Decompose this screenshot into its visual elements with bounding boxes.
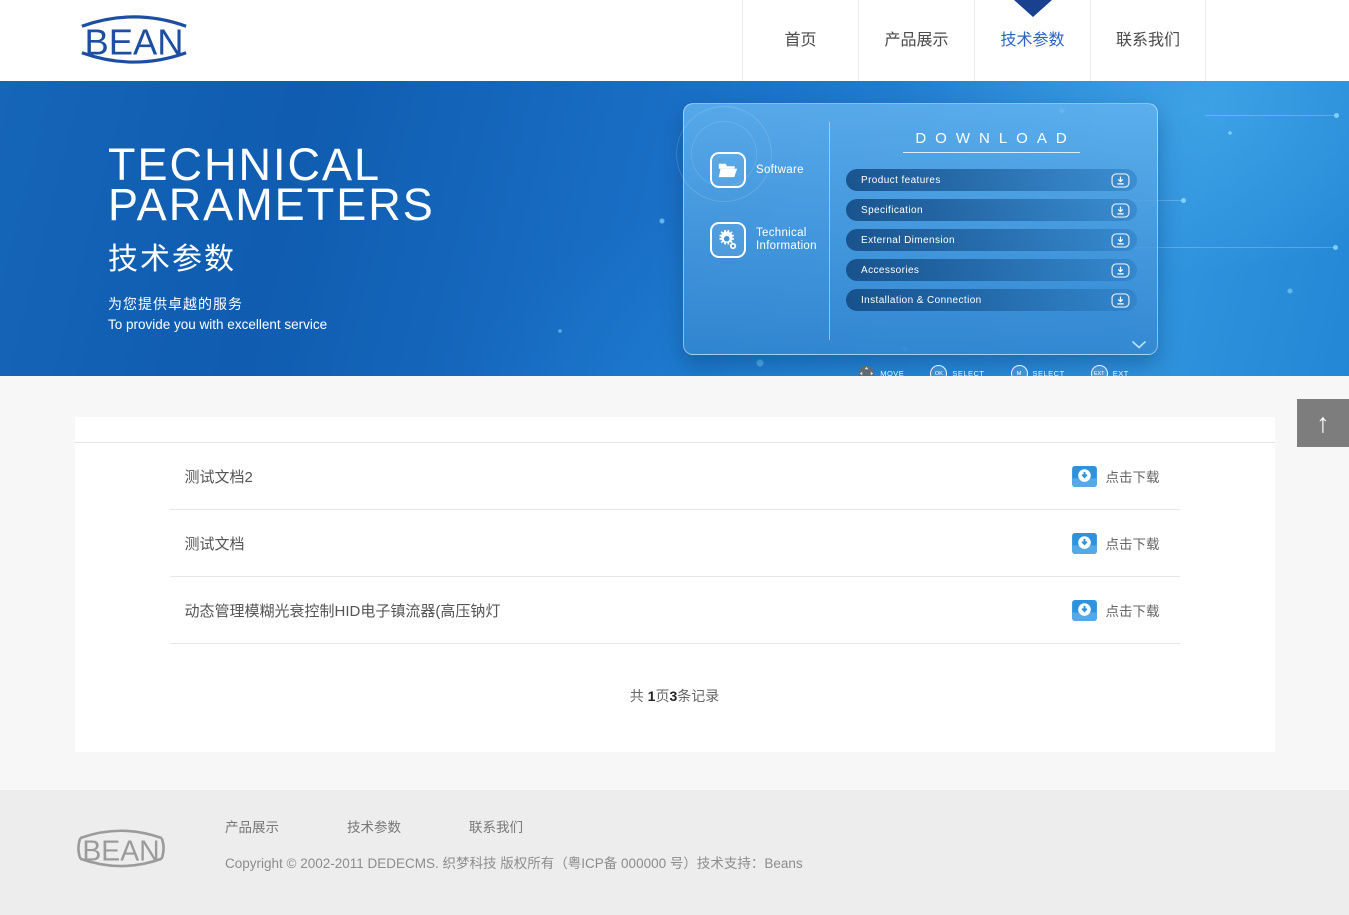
download-panel-graphic: Software Technical Information xyxy=(683,103,1158,355)
dpad-icon xyxy=(858,365,875,376)
pagination: 共 1页3条记录 xyxy=(75,644,1275,752)
nav-item-contact[interactable]: 联系我们 xyxy=(1090,0,1206,81)
hero-subtitle-cn: 为您提供卓越的服务 xyxy=(108,294,435,314)
panel-item-label: Specification xyxy=(861,205,923,216)
ext-key-icon: EXT xyxy=(1091,365,1108,376)
downloads-panel: 测试文档2 点击下载 测试文档 点 xyxy=(75,417,1275,752)
back-to-top-button[interactable]: ↑ xyxy=(1297,399,1349,447)
footer-logo-text: BEAN xyxy=(82,835,159,867)
nav-item-label: 首页 xyxy=(784,32,816,49)
panel-item-installation-connection[interactable]: Installation & Connection xyxy=(846,289,1137,311)
bean-logo-icon: BEAN xyxy=(75,10,193,68)
hint-ext: EXT EXT xyxy=(1091,365,1129,376)
nav-item-home[interactable]: 首页 xyxy=(742,0,858,81)
folder-icon xyxy=(710,152,746,188)
copyright-text: Copyright © 2002-2011 DEDECMS. 织梦科技 版权所有… xyxy=(225,852,803,872)
download-icon xyxy=(1111,203,1130,218)
download-link[interactable]: 点击下载 xyxy=(1072,466,1160,487)
top-header: BEAN 首页 产品展示 技术参数 联系我们 xyxy=(0,0,1349,81)
footer: BEAN 产品展示 技术参数 联系我们 Copyright © 2002-201… xyxy=(0,790,1349,915)
download-tray-icon xyxy=(1072,600,1097,621)
download-icon xyxy=(1111,173,1130,188)
panel-tab-label: Software xyxy=(756,164,804,177)
download-icon xyxy=(1111,233,1130,248)
panel-tab-technical-information[interactable]: Technical Information xyxy=(684,222,829,258)
download-panel-items: Product features Specification External … xyxy=(846,169,1137,311)
panel-item-label: Product features xyxy=(861,175,941,186)
download-tray-icon xyxy=(1072,533,1097,554)
brand-logo-text: BEAN xyxy=(84,22,183,63)
download-panel-tabs: Software Technical Information xyxy=(684,104,829,354)
nav-item-label: 产品展示 xyxy=(884,32,948,49)
circuit-line xyxy=(1205,115,1335,116)
panel-item-specification[interactable]: Specification xyxy=(846,199,1137,221)
document-title-link[interactable]: 动态管理模糊光衰控制HID电子镇流器(高压钠灯 xyxy=(185,600,501,621)
hint-move: MOVE xyxy=(858,365,904,376)
download-row: 测试文档 点击下载 xyxy=(75,510,1275,576)
footer-brand-logo: BEAN xyxy=(75,823,167,878)
download-tray-icon xyxy=(1072,466,1097,487)
panel-item-label: Installation & Connection xyxy=(861,295,982,306)
ok-key-icon: OK xyxy=(930,365,947,376)
nav-item-technical-parameters[interactable]: 技术参数 xyxy=(974,0,1090,81)
panel-tab-label: Technical Information xyxy=(756,227,829,253)
footer-link-contact[interactable]: 联系我们 xyxy=(469,816,523,836)
pagination-prefix: 共 xyxy=(630,688,648,704)
pagination-page-label: 页 xyxy=(655,688,669,704)
hint-label: SELECT xyxy=(952,369,984,376)
bean-logo-icon: BEAN xyxy=(75,823,167,873)
gears-icon xyxy=(710,222,746,258)
nav-item-label: 联系我们 xyxy=(1116,32,1180,49)
hint-m-select: M SELECT xyxy=(1011,365,1065,376)
footer-link-products[interactable]: 产品展示 xyxy=(225,816,279,836)
main-content: 测试文档2 点击下载 测试文档 点 xyxy=(0,376,1349,790)
download-link-label: 点击下载 xyxy=(1106,466,1160,486)
hint-label: EXT xyxy=(1113,369,1129,376)
panel-item-label: External Dimension xyxy=(861,235,955,246)
hint-label: MOVE xyxy=(880,369,904,376)
hint-label: SELECT xyxy=(1033,369,1065,376)
main-nav: 首页 产品展示 技术参数 联系我们 xyxy=(742,0,1206,81)
download-row: 测试文档2 点击下载 xyxy=(75,443,1275,509)
download-link[interactable]: 点击下载 xyxy=(1072,600,1160,621)
hero-copy: TECHNICAL PARAMETERS 技术参数 为您提供卓越的服务 To p… xyxy=(108,145,435,332)
download-row: 动态管理模糊光衰控制HID电子镇流器(高压钠灯 点击下载 xyxy=(75,577,1275,643)
brand-logo[interactable]: BEAN xyxy=(75,10,193,73)
footer-link-technical-parameters[interactable]: 技术参数 xyxy=(347,816,401,836)
download-panel-list: DOWNLOAD Product features Specification … xyxy=(829,122,1157,340)
hero-banner: TECHNICAL PARAMETERS 技术参数 为您提供卓越的服务 To p… xyxy=(0,81,1349,376)
panel-tab-software[interactable]: Software xyxy=(684,152,829,188)
footer-links: 产品展示 技术参数 联系我们 xyxy=(225,816,803,836)
hint-ok-select: OK SELECT xyxy=(930,365,984,376)
download-panel-title-wrap: DOWNLOAD xyxy=(846,130,1137,153)
m-key-icon: M xyxy=(1011,365,1028,376)
hero-title-cn: 技术参数 xyxy=(108,234,435,278)
nav-item-label: 技术参数 xyxy=(1000,32,1064,49)
download-panel-title: DOWNLOAD xyxy=(903,130,1079,153)
panel-item-accessories[interactable]: Accessories xyxy=(846,259,1137,281)
document-title-link[interactable]: 测试文档2 xyxy=(185,466,253,487)
arrow-up-icon: ↑ xyxy=(1316,410,1330,437)
panel-item-external-dimension[interactable]: External Dimension xyxy=(846,229,1137,251)
download-link-label: 点击下载 xyxy=(1106,600,1160,620)
chevron-down-icon[interactable] xyxy=(1131,336,1147,354)
nav-item-products[interactable]: 产品展示 xyxy=(858,0,974,81)
remote-hints: MOVE OK SELECT M SELECT EXT EXT xyxy=(830,365,1157,376)
document-title-link[interactable]: 测试文档 xyxy=(185,533,245,554)
panel-header-strip xyxy=(75,417,1275,443)
panel-item-label: Accessories xyxy=(861,265,919,276)
download-link-label: 点击下载 xyxy=(1106,533,1160,553)
hero-subtitle-en: To provide you with excellent service xyxy=(108,317,435,332)
download-link[interactable]: 点击下载 xyxy=(1072,533,1160,554)
footer-body: 产品展示 技术参数 联系我们 Copyright © 2002-2011 DED… xyxy=(225,816,803,872)
download-icon xyxy=(1111,263,1130,278)
panel-item-product-features[interactable]: Product features xyxy=(846,169,1137,191)
active-tab-indicator-icon xyxy=(1014,0,1052,17)
pagination-record-label: 条记录 xyxy=(677,688,719,704)
download-icon xyxy=(1111,293,1130,308)
hero-title-en-line2: PARAMETERS xyxy=(108,185,435,225)
